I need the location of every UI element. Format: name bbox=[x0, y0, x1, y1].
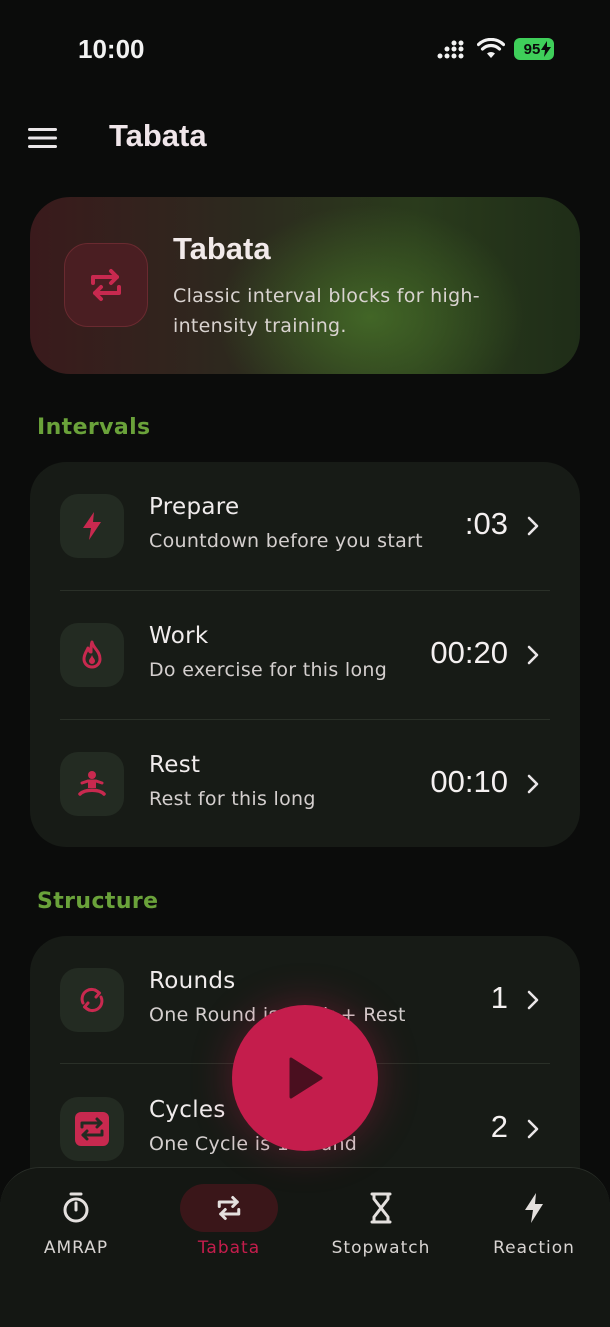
chevron-right-icon bbox=[527, 516, 539, 536]
section-title-structure: Structure bbox=[37, 889, 159, 914]
nav-label: Reaction bbox=[493, 1238, 575, 1258]
section-title-intervals: Intervals bbox=[37, 415, 151, 440]
row-icon-badge bbox=[60, 494, 124, 558]
row-title: Rest bbox=[149, 752, 201, 778]
chevron-right-icon bbox=[527, 990, 539, 1010]
bottom-nav: AMRAP Tabata Stopwatch Reaction bbox=[0, 1167, 610, 1327]
repeat-box-icon bbox=[75, 1112, 109, 1146]
nav-icon-wrap-active bbox=[180, 1184, 278, 1232]
hero-title: Tabata bbox=[173, 231, 271, 266]
row-value: :03 bbox=[464, 506, 508, 541]
charging-bolt-icon bbox=[541, 41, 551, 57]
row-work[interactable]: Work Do exercise for this long 00:20 bbox=[30, 591, 580, 720]
bolt-icon bbox=[83, 512, 101, 540]
menu-icon[interactable] bbox=[28, 126, 58, 150]
repeat-icon bbox=[217, 1196, 241, 1220]
play-icon bbox=[289, 1057, 323, 1099]
hero-card: Tabata Classic interval blocks for high-… bbox=[30, 197, 580, 374]
chevron-right-icon bbox=[527, 645, 539, 665]
row-icon-badge bbox=[60, 968, 124, 1032]
bolt-icon bbox=[525, 1193, 543, 1223]
repeat-icon bbox=[91, 269, 121, 301]
nav-item-tabata[interactable]: Tabata bbox=[180, 1168, 278, 1278]
row-value: 00:20 bbox=[430, 635, 508, 670]
play-button[interactable] bbox=[232, 1005, 378, 1151]
nav-label: AMRAP bbox=[43, 1238, 109, 1258]
row-value: 00:10 bbox=[430, 764, 508, 799]
row-icon-badge bbox=[60, 1097, 124, 1161]
row-icon-badge bbox=[60, 752, 124, 816]
row-subtitle: Countdown before you start bbox=[149, 530, 423, 552]
status-bar: 10:00 95 bbox=[0, 0, 610, 100]
nav-icon-wrap bbox=[27, 1184, 125, 1232]
page-title: Tabata bbox=[109, 118, 207, 153]
nav-item-amrap[interactable]: AMRAP bbox=[27, 1168, 125, 1278]
row-title: Cycles bbox=[149, 1097, 226, 1123]
nav-item-reaction[interactable]: Reaction bbox=[484, 1168, 584, 1278]
hero-description: Classic interval blocks for high-intensi… bbox=[173, 285, 480, 337]
row-value: 2 bbox=[490, 1109, 508, 1144]
row-value: 1 bbox=[490, 980, 508, 1015]
status-time: 10:00 bbox=[78, 34, 145, 64]
battery-indicator: 95 bbox=[514, 38, 554, 60]
battery-level: 95 bbox=[523, 40, 541, 58]
chevron-right-icon bbox=[527, 774, 539, 794]
hero-badge bbox=[64, 243, 148, 327]
chevron-right-icon bbox=[527, 1119, 539, 1139]
row-title: Rounds bbox=[149, 968, 236, 994]
nav-label: Tabata bbox=[197, 1238, 261, 1258]
row-subtitle: Rest for this long bbox=[149, 788, 316, 810]
intervals-card: Prepare Countdown before you start :03 W… bbox=[30, 462, 580, 847]
nav-icon-wrap bbox=[332, 1184, 430, 1232]
sync-icon bbox=[80, 987, 104, 1013]
row-icon-badge bbox=[60, 623, 124, 687]
nav-icon-wrap bbox=[485, 1184, 583, 1232]
wifi-icon bbox=[477, 38, 505, 58]
nav-label: Stopwatch bbox=[331, 1238, 431, 1258]
row-prepare[interactable]: Prepare Countdown before you start :03 bbox=[30, 462, 580, 591]
row-title: Prepare bbox=[149, 494, 240, 520]
nav-item-stopwatch[interactable]: Stopwatch bbox=[322, 1168, 440, 1278]
timer-icon bbox=[63, 1192, 89, 1223]
meditation-icon bbox=[78, 771, 106, 796]
cellular-signal-icon bbox=[437, 40, 464, 59]
flame-icon bbox=[82, 640, 102, 669]
row-subtitle: Do exercise for this long bbox=[149, 659, 388, 681]
hourglass-icon bbox=[370, 1192, 392, 1224]
row-rest[interactable]: Rest Rest for this long 00:10 bbox=[30, 720, 580, 849]
row-title: Work bbox=[149, 623, 209, 649]
